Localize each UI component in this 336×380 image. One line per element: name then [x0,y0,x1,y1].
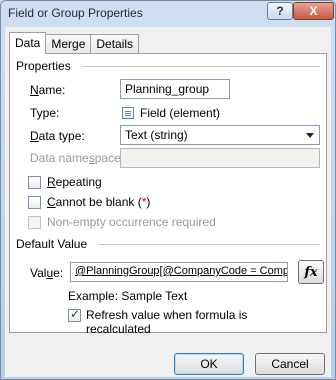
type-label: Type: [30,106,60,120]
refresh-value-checkbox[interactable] [68,307,81,322]
tab-details-label: Details [96,37,134,51]
tab-merge[interactable]: Merge [45,34,92,54]
title-bar[interactable]: Field or Group Properties ? X [1,1,335,25]
tab-merge-label: Merge [51,37,86,51]
properties-divider [82,66,320,67]
name-label: Name: [30,83,66,97]
data-type-dropdown-button[interactable] [302,127,318,143]
default-value-formula: @PlanningGroup[@CompanyCode = Compan [75,265,288,277]
tab-data[interactable]: Data [9,32,47,54]
repeating-checkbox[interactable] [28,176,41,189]
fx-icon: fx [304,264,318,280]
data-type-label: Data type: [30,129,85,143]
chevron-down-icon [306,132,314,138]
cannot-be-blank-label: Cannot be blank (*) [47,195,151,209]
default-value-field[interactable]: @PlanningGroup[@CompanyCode = Compan [70,262,288,282]
repeating-label: Repeating [47,175,102,189]
namespace-label: Data namespace: [30,151,125,165]
field-element-icon [122,107,134,119]
help-button[interactable]: ? [267,2,293,20]
close-icon: X [309,4,318,18]
non-empty-label: Non-empty occurrence required [47,215,216,229]
close-button[interactable]: X [293,2,334,20]
dialog-window: Field or Group Properties ? X Data Merge… [0,0,336,380]
default-value-divider [98,244,320,245]
non-empty-checkbox [28,216,41,229]
refresh-value-label-line2: recalculated [86,322,151,336]
properties-section-title: Properties [16,59,71,73]
refresh-value-label-line1: Refresh value when formula is [86,308,248,322]
value-label: Value: [30,266,64,280]
dialog-client-area: Data Merge Details Properties Name: Plan… [5,27,331,377]
data-type-value: Text (string) [125,128,188,142]
namespace-field [120,148,320,168]
insert-formula-button[interactable]: fx [298,260,324,284]
cannot-be-blank-checkbox[interactable] [28,196,41,209]
cancel-button[interactable]: Cancel [255,353,325,375]
help-icon: ? [276,4,284,18]
example-text: Example: Sample Text [68,289,188,303]
window-title: Field or Group Properties [8,6,143,20]
tab-strip: Data Merge Details [9,32,140,54]
data-tab-panel: Properties Name: Planning_group Type: Fi… [9,53,327,336]
name-field[interactable]: Planning_group [120,79,230,99]
ok-button[interactable]: OK [174,353,244,375]
tab-details[interactable]: Details [90,34,140,54]
tab-data-label: Data [15,36,41,50]
type-value: Field (element) [140,106,221,120]
default-value-section-title: Default Value [16,237,88,251]
data-type-select[interactable]: Text (string) [120,125,320,145]
